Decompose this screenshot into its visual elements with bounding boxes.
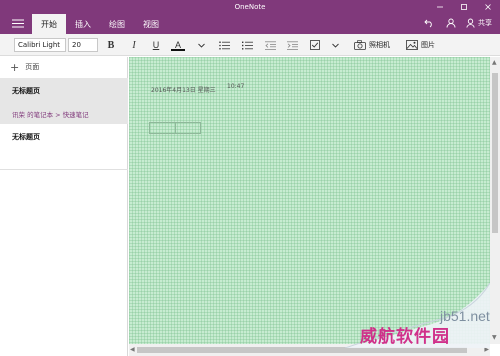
add-page-label: 页面	[25, 63, 40, 71]
checkbox-icon	[310, 40, 320, 50]
font-color-button[interactable]: A	[171, 34, 185, 56]
window-controls	[428, 0, 500, 14]
minimize-icon	[437, 6, 443, 8]
plus-icon: +	[10, 60, 20, 74]
tags-dropdown[interactable]	[329, 34, 341, 56]
page-list-item-selected[interactable]: 无标题页 讯荣 的笔记本 > 快速笔记	[0, 78, 128, 124]
scroll-down-arrow-icon[interactable]: ▼	[492, 334, 497, 342]
page-item-path[interactable]: 讯荣 的笔记本 > 快速笔记	[12, 109, 89, 119]
person-icon	[446, 18, 456, 28]
tab-draw[interactable]: 绘图	[100, 14, 134, 34]
account-button[interactable]	[444, 16, 458, 30]
decrease-indent-icon	[264, 40, 276, 50]
todo-tag-button[interactable]	[307, 34, 323, 56]
share-person-icon	[466, 18, 475, 28]
vertical-scroll-thumb[interactable]	[492, 73, 498, 233]
font-size-box[interactable]: 20	[68, 38, 98, 52]
chevron-down-icon	[197, 43, 205, 48]
table-cell[interactable]	[176, 123, 201, 133]
table-cell[interactable]	[150, 123, 176, 133]
watermark-brand: 威航软件园	[360, 327, 450, 347]
picture-icon	[406, 40, 418, 50]
camera-button[interactable]: 照相机	[354, 34, 396, 56]
bullet-list-button[interactable]	[216, 34, 232, 56]
tab-view[interactable]: 视图	[134, 14, 168, 34]
font-color-swatch	[171, 49, 185, 51]
underline-button[interactable]: U	[149, 34, 163, 56]
page-item-title: 无标题页	[12, 133, 40, 141]
numbered-list-button[interactable]	[239, 34, 255, 56]
picture-label: 图片	[421, 41, 435, 49]
undo-icon	[424, 19, 432, 28]
page-list-item[interactable]: 无标题页	[0, 124, 128, 170]
bullet-list-icon	[218, 40, 230, 50]
bold-button[interactable]: B	[104, 34, 118, 56]
font-name-box[interactable]: Calibri Light	[14, 38, 66, 52]
page-list-pane: + 页面 无标题页 讯荣 的笔记本 > 快速笔记 无标题页	[0, 57, 128, 356]
camera-label: 照相机	[369, 41, 390, 49]
maximize-icon	[461, 4, 467, 10]
decrease-indent-button[interactable]	[262, 34, 278, 56]
note-table[interactable]	[149, 122, 201, 134]
italic-button[interactable]: I	[127, 34, 141, 56]
formatting-toolbar: Calibri Light 20 B I U A 照相机 图片	[0, 34, 500, 56]
close-button[interactable]	[476, 0, 500, 14]
scroll-left-arrow-icon[interactable]: ◀	[130, 346, 135, 354]
note-date: 2016年4月13日 星期三	[151, 87, 216, 94]
ribbon-tabs: 开始 插入 绘图 视图	[32, 14, 168, 34]
note-time: 10:47	[227, 83, 245, 90]
minimize-button[interactable]	[428, 0, 452, 14]
title-right-actions: 共享	[422, 15, 492, 31]
add-page-button[interactable]: + 页面	[0, 57, 128, 77]
picture-button[interactable]: 图片	[406, 34, 442, 56]
close-icon	[485, 4, 491, 10]
increase-indent-button[interactable]	[284, 34, 300, 56]
numbered-list-icon	[241, 41, 253, 49]
tab-insert[interactable]: 插入	[66, 14, 100, 34]
page-item-title: 无标题页	[12, 87, 40, 95]
share-button[interactable]: 共享	[466, 18, 492, 28]
share-label: 共享	[478, 19, 492, 27]
maximize-button[interactable]	[452, 0, 476, 14]
undo-button[interactable]	[422, 16, 436, 30]
hamburger-icon	[12, 19, 24, 27]
tab-home[interactable]: 开始	[32, 14, 66, 34]
increase-indent-icon	[286, 40, 298, 50]
title-bar: OneNote 开始 插入 绘图 视图 共享	[0, 0, 500, 34]
vertical-scrollbar[interactable]: ▲ ▼	[490, 57, 500, 344]
app-title: OneNote	[234, 3, 266, 11]
more-format-dropdown[interactable]	[195, 34, 207, 56]
chevron-down-icon	[331, 43, 339, 48]
camera-icon	[354, 40, 366, 50]
scroll-up-arrow-icon[interactable]: ▲	[492, 59, 497, 67]
hamburger-menu-button[interactable]	[10, 17, 26, 29]
